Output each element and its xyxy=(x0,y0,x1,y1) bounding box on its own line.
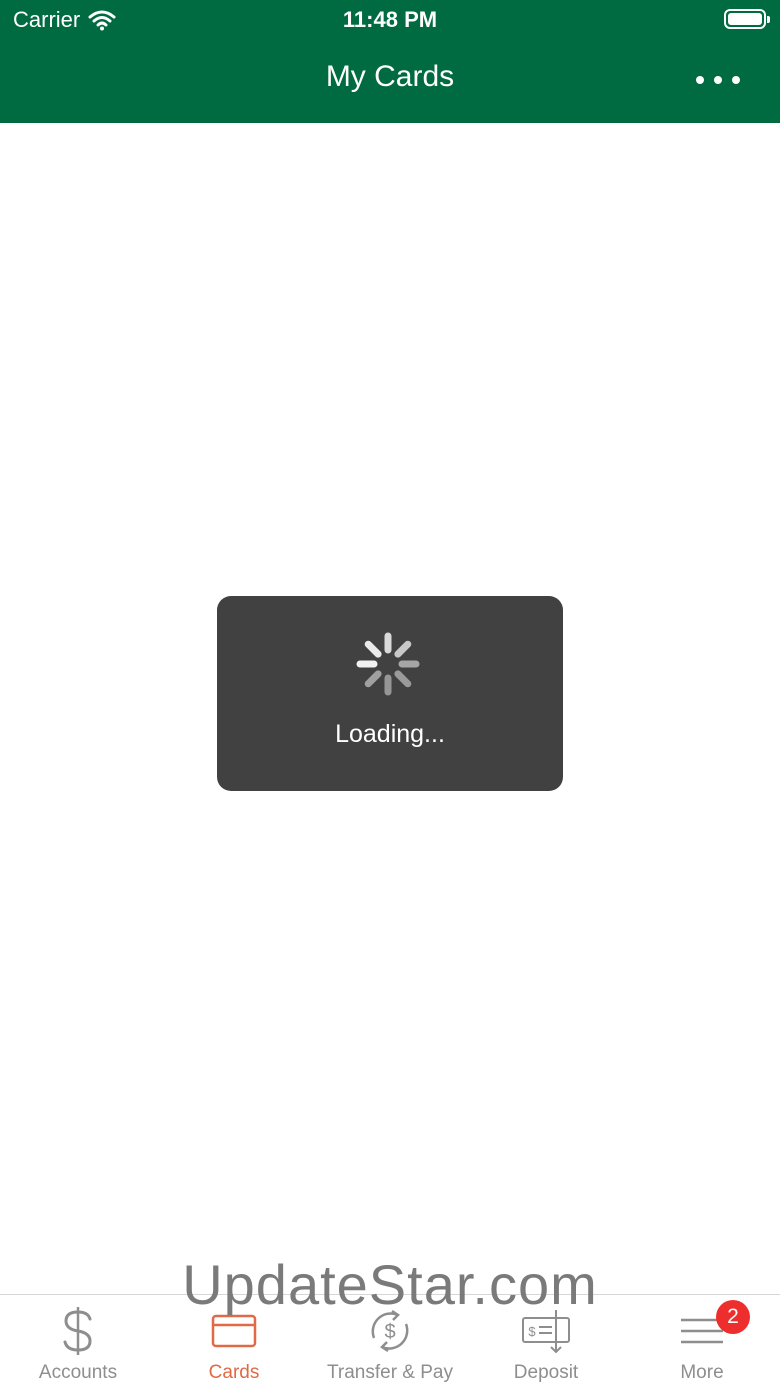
notification-badge: 2 xyxy=(716,1300,750,1334)
dot-icon xyxy=(714,76,722,84)
tab-label: Cards xyxy=(208,1362,260,1383)
svg-text:$: $ xyxy=(528,1324,536,1339)
svg-text:$: $ xyxy=(384,1321,395,1343)
loading-label: Loading... xyxy=(335,720,445,748)
spinner-icon xyxy=(356,632,420,696)
status-bar: Carrier 11:48 PM xyxy=(0,0,780,40)
tab-label: Transfer & Pay xyxy=(326,1362,453,1383)
header: Carrier 11:48 PM My Cards xyxy=(0,0,780,123)
dot-icon xyxy=(696,76,704,84)
tab-label: More xyxy=(680,1362,724,1383)
clock: 11:48 PM xyxy=(342,7,438,32)
watermark: UpdateStar.com xyxy=(182,1253,598,1316)
page-title: My Cards xyxy=(325,60,455,93)
tab-label: Deposit xyxy=(513,1362,579,1383)
tab-label: Accounts xyxy=(38,1362,118,1383)
battery-icon xyxy=(724,9,770,29)
dot-icon xyxy=(732,76,740,84)
more-options-button[interactable] xyxy=(696,70,740,90)
